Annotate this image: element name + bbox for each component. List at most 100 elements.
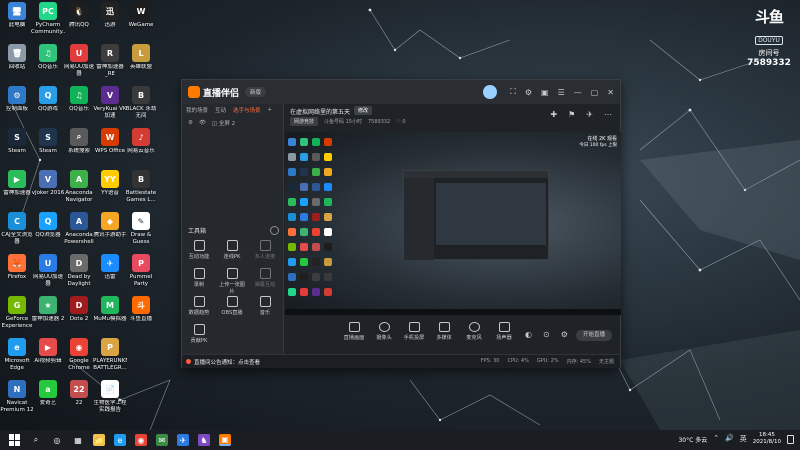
desktop-icon[interactable]: N Navicat Premium 12 [0,380,34,413]
taskbar-app[interactable]: ▦ [72,434,84,446]
desktop-icon[interactable]: ✈ 迅雷 [95,254,125,281]
desktop-icon[interactable]: YY YY语音 [95,170,125,197]
desktop-icon[interactable]: ▶ 雷神加速器 [2,170,32,197]
tray-icon[interactable]: 英 [740,434,747,444]
tool-button[interactable]: 互动功能 [184,240,214,260]
bottom-tool-button[interactable]: 扬声器 [487,322,521,341]
desktop-icon[interactable]: U 网易UU加速器 [64,44,94,77]
desktop-icon[interactable]: A Anaconda Navigator [64,170,94,203]
desktop-icon[interactable]: ▶ Ai视频剪辑 [33,338,63,365]
desktop-icon[interactable]: ✎ Draw & Guess [126,212,156,245]
desktop-icon[interactable]: P Pummel Party [126,254,156,287]
desktop-icon[interactable]: ⚙ 控制面板 [2,86,32,113]
desktop-icon[interactable]: B BLACK 永劫无间 [126,86,156,119]
window-control-icon[interactable]: ☰ [558,88,565,97]
weather-widget[interactable]: 30°C 多云 [678,435,707,444]
window-control-icon[interactable]: ▢ [591,88,599,97]
tool-button[interactable]: 数据趋势 [184,296,214,316]
tool-button[interactable]: 连线PK [217,240,247,260]
window-control-icon[interactable]: ⛶ [510,87,516,97]
toolbox-more-button[interactable] [270,226,279,235]
start-button[interactable] [9,434,21,446]
modify-title-button[interactable]: 修改 [354,106,373,115]
bottom-tool-button[interactable]: 麦克风 [457,322,491,341]
taskbar-app[interactable]: ⌕ [30,434,42,446]
bottom-tool-button[interactable]: 摄像头 [367,322,401,341]
desktop-icon[interactable]: 22 22 [64,380,94,407]
tool-button[interactable]: 录制 [184,268,214,288]
desktop-icon[interactable]: ♫ QQ音乐 [33,44,63,71]
scene-control[interactable]: 👁 [199,120,206,126]
bottom-icon[interactable]: ◐ [525,330,532,339]
desktop-icon[interactable]: A Anaconda Powershell [64,212,94,245]
tool-button[interactable]: 弹幕互动 [250,268,280,288]
preview-tool-icon[interactable]: ✈ [586,110,593,119]
desktop-icon[interactable]: 🐧 腾讯QQ [64,2,94,29]
app-titlebar[interactable]: 直播伴侣 新版 ⛶ ⚙ ▣ ☰ — ▢ ✕ [182,80,620,104]
desktop-icon[interactable]: D Dota 2 [64,296,94,323]
bottom-tool-button[interactable]: 直播画面 [337,322,371,341]
tool-button[interactable]: 上传一张图片 [217,268,247,295]
desktop-icon[interactable]: 斗斗鱼直播 [126,296,156,323]
desktop-icon[interactable]: ♪ 网易云音乐 [126,128,156,155]
tray-icon[interactable]: ⌃ [713,434,719,444]
desktop-icon[interactable]: ◆ 腾讯手游助手 [93,212,127,239]
desktop-icon[interactable]: VvJoker 2016 [32,170,64,197]
preview-tool-icon[interactable]: ⋯ [604,110,612,119]
left-tab[interactable]: 我的场景 [186,106,208,114]
tool-button[interactable]: 贡献PK [184,324,214,344]
scene-control[interactable]: ◫ 全屏 2 [212,119,235,127]
taskbar-app[interactable]: ✈ [177,434,189,446]
desktop-icon[interactable]: M MuMu模拟器 [94,296,126,323]
scene-control[interactable]: ⚙ [188,120,193,126]
left-tab[interactable]: 互动 [215,106,226,114]
desktop-icon[interactable]: 📄 生物医学工程实践报告 [93,380,127,413]
window-control-icon[interactable]: ▣ [541,88,549,97]
desktop-icon[interactable]: P PLAYERUNKNOWN'S BATTLEGR... [93,338,127,371]
window-control-icon[interactable]: — [574,88,582,97]
category-pill[interactable]: 网游竞技 [290,117,319,126]
tray-icon[interactable]: 🔊 [725,434,734,444]
taskbar-app[interactable]: e [114,434,126,446]
desktop-icon[interactable]: W WPS Office [95,128,125,155]
desktop-icon[interactable]: ★ 雷神加速器 2 [32,296,64,323]
tool-button[interactable]: 多人连麦 [250,240,280,260]
preview-tool-icon[interactable]: ⚑ [568,110,575,119]
desktop-icon[interactable]: 🗑 回收站 [2,44,32,71]
user-avatar[interactable] [483,85,498,99]
desktop-icon[interactable]: 🦊 Firefox [2,254,32,281]
notification-icon[interactable] [787,434,794,444]
bottom-icon[interactable]: ⊙ [543,330,550,339]
start-live-button[interactable]: 开始直播 [576,330,612,341]
bottom-icon[interactable]: ⚙ [561,330,568,339]
desktop-icon[interactable]: L 英雄联盟 [126,44,156,71]
desktop-icon[interactable]: S Steam [33,128,63,155]
bottom-tool-button[interactable]: 多媒体 [427,322,461,341]
desktop-icon[interactable]: ♫ QQ音乐 [64,86,94,113]
taskbar-app[interactable]: ◉ [135,434,147,446]
desktop-icon[interactable]: 迅迅游 [95,2,125,29]
taskbar-app[interactable]: 📁 [93,434,105,446]
tool-button[interactable]: 音乐 [250,296,280,316]
taskbar-app[interactable]: ◎ [51,434,63,446]
desktop-icon[interactable]: e Microsoft Edge [2,338,32,371]
desktop-icon[interactable]: 🖥 此电脑 [2,2,32,29]
desktop-icon[interactable]: W WeGame [126,2,156,29]
taskbar-app[interactable]: ▣ [219,434,231,446]
desktop-icon[interactable]: G GeForce Experience [2,296,32,329]
desktop-icon[interactable]: V VeryKuai VK 加速 [93,86,127,119]
taskbar-app[interactable]: ♞ [198,434,210,446]
desktop-icon[interactable]: PC PyCharm Community... [31,2,65,35]
window-control-icon[interactable]: ✕ [607,88,614,97]
desktop-icon[interactable]: R 雷神加速器 _RE [95,44,125,77]
tool-button[interactable]: OBS直播 [217,296,247,316]
left-tab[interactable]: 选手与场景 [233,106,261,114]
desktop-icon[interactable]: ◉ Google Chrome [64,338,94,371]
stream-preview[interactable]: 在线 2K 观看 今日 100 fps 上限 [285,132,621,315]
desktop-icon[interactable]: C CAJ全文浏览器 [1,212,33,245]
desktop-icon[interactable]: B Battlestate Games L... [126,170,156,203]
desktop-icon[interactable]: S Steam [2,128,32,155]
desktop-icon[interactable]: D Dead by Daylight [64,254,94,287]
desktop-icon[interactable]: ⌕ 系统搜索 [64,128,94,155]
left-tab[interactable]: + [268,107,273,113]
